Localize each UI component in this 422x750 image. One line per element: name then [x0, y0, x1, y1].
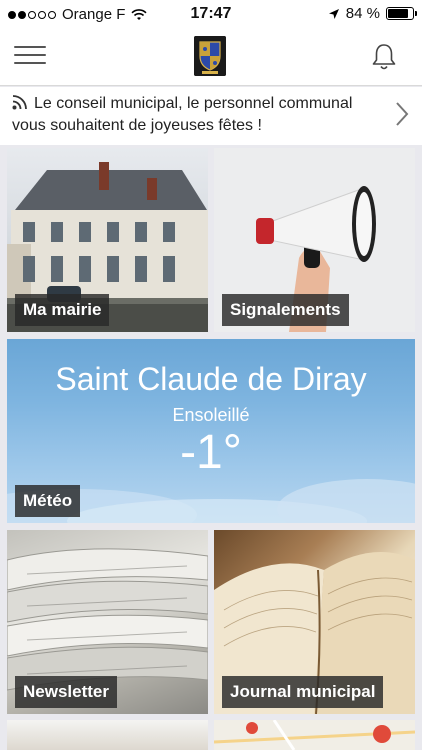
location-arrow-icon [328, 8, 339, 19]
status-bar: Orange F 17:47 84 % [0, 0, 422, 30]
tile-signalements[interactable]: Signalements [214, 148, 415, 332]
tile-label-meteo: Météo [15, 485, 81, 517]
bell-icon[interactable] [370, 42, 398, 72]
battery-icon [386, 7, 417, 20]
tile-partial-map[interactable] [214, 720, 415, 750]
home-pin-icon [373, 725, 391, 743]
tile-label-ma-mairie: Ma mairie [15, 294, 110, 326]
hamburger-icon[interactable] [14, 46, 46, 68]
announcement-banner[interactable]: Le conseil municipal, le personnel commu… [0, 87, 422, 145]
weather-city: Saint Claude de Diray [55, 361, 367, 397]
weather-condition: Ensoleillé [172, 405, 250, 425]
announcement-text: Le conseil municipal, le personnel commu… [12, 95, 353, 134]
tile-journal-municipal[interactable]: Journal municipal [214, 530, 415, 714]
tile-label-signalements: Signalements [222, 294, 349, 326]
announcement-text-block: Le conseil municipal, le personnel commu… [12, 93, 382, 137]
weather-temperature: -1° [180, 426, 242, 479]
tile-meteo[interactable]: Saint Claude de Diray Ensoleillé -1° Mét… [7, 339, 415, 523]
tile-partial-left[interactable] [7, 720, 208, 750]
map-thumbnail [214, 720, 415, 750]
tile-label-newsletter: Newsletter [15, 676, 117, 708]
status-right: 84 % [328, 5, 417, 22]
rss-icon [12, 95, 27, 110]
tile-ma-mairie[interactable]: Ma mairie [7, 148, 208, 332]
tile-label-journal-municipal: Journal municipal [222, 676, 384, 708]
town-crest-logo[interactable] [194, 36, 226, 76]
battery-percent: 84 % [345, 5, 380, 22]
chevron-right-icon[interactable] [394, 101, 410, 127]
map-pin-icon [246, 722, 258, 734]
tile-newsletter[interactable]: Newsletter [7, 530, 208, 714]
nav-bar [0, 30, 422, 86]
